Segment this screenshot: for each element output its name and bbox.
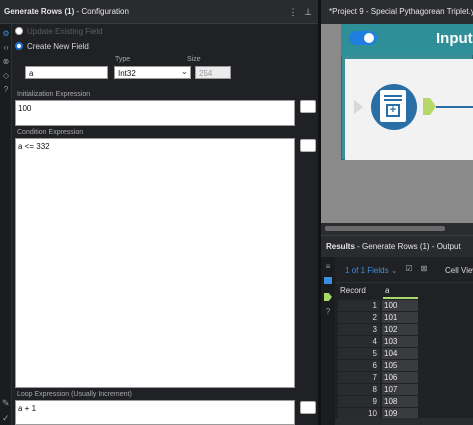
configuration-title: Generate Rows (1) - Configuration [4,7,129,16]
tag-icon[interactable]: ◇ [1,71,11,81]
a-value-cell[interactable]: 102 [382,324,418,335]
document-line [384,95,402,97]
size-label: Size [187,56,201,63]
checkmark-icon[interactable]: ✓ [2,413,10,424]
question-icon[interactable]: ? [1,85,11,95]
field-name-input[interactable]: a [25,66,108,79]
a-value-cell[interactable]: 103 [382,336,418,347]
plus-icon: + [386,104,400,117]
record-column-header[interactable]: Record [340,286,366,298]
a-value-cell[interactable]: 105 [382,360,418,371]
type-label: Type [115,56,131,63]
results-title: Results - Generate Rows (1) - Output [326,242,461,251]
condition-expression-field[interactable]: a <= 332 [15,138,295,388]
a-value-cell[interactable]: 107 [382,384,418,395]
column-highlight [383,297,418,299]
gear-icon[interactable]: ⚙ [1,29,11,39]
size-input: 254 [195,66,231,79]
record-cell[interactable]: 4 [338,336,380,347]
chevron-down-icon: ⌄ [181,67,188,76]
code-icon[interactable]: ‹› [1,43,11,53]
help-icon[interactable]: ? [323,307,333,317]
input-anchor-icon[interactable] [354,100,363,114]
close-circle-icon[interactable]: ⊗ [1,57,11,67]
update-existing-label[interactable]: Update Existing Field [27,27,103,36]
loop-expression-label: Loop Expression (Usually Increment) [17,391,132,398]
pencil-icon[interactable]: ✎ [2,398,10,409]
document-line [384,99,402,101]
more-options-icon[interactable]: ⋮ [288,6,298,18]
workflow-tab-title[interactable]: *Project 9 - Special Pythagorean Triplet… [329,7,473,16]
record-cell[interactable]: 3 [338,324,380,335]
loop-expression-editor-button[interactable] [300,401,316,414]
edit-icon[interactable]: ☑ [404,264,414,274]
record-cell[interactable]: 9 [338,396,380,407]
toggle-knob [364,33,374,43]
table-icon[interactable] [324,277,332,284]
a-value-cell[interactable]: 106 [382,372,418,383]
container-title: Input [436,30,473,47]
record-cell[interactable]: 1 [338,300,380,311]
type-select[interactable]: Int32 [114,66,191,79]
fields-selector[interactable]: 1 of 1 Fields ⌄ [345,266,398,275]
record-cell[interactable]: 6 [338,360,380,371]
a-value-cell[interactable]: 108 [382,396,418,407]
record-cell[interactable]: 2 [338,312,380,323]
condition-expression-editor-button[interactable] [300,139,316,152]
cell-view-button[interactable]: Cell View [445,266,473,275]
create-new-radio[interactable] [15,42,23,50]
record-cell[interactable]: 7 [338,372,380,383]
copy-icon[interactable]: ⊠ [419,264,429,274]
a-value-cell[interactable]: 101 [382,312,418,323]
init-expression-editor-button[interactable] [300,100,316,113]
pin-icon[interactable]: ⊥ [303,6,313,18]
a-value-cell[interactable]: 100 [382,300,418,311]
results-horizontal-scrollbar[interactable] [335,418,473,425]
update-existing-radio[interactable] [15,27,23,35]
init-expression-field[interactable]: 100 [15,100,295,126]
init-expression-label: Initialization Expression [17,91,91,98]
record-cell[interactable]: 5 [338,348,380,359]
list-icon[interactable]: ≡ [323,262,333,272]
scrollbar-thumb[interactable] [325,226,445,231]
connection-line [436,106,473,108]
record-cell[interactable]: 8 [338,384,380,395]
a-value-cell[interactable]: 104 [382,348,418,359]
loop-expression-field[interactable]: a + 1 [15,400,295,425]
create-new-label[interactable]: Create New Field [27,42,89,51]
condition-expression-label: Condition Expression [17,129,84,136]
